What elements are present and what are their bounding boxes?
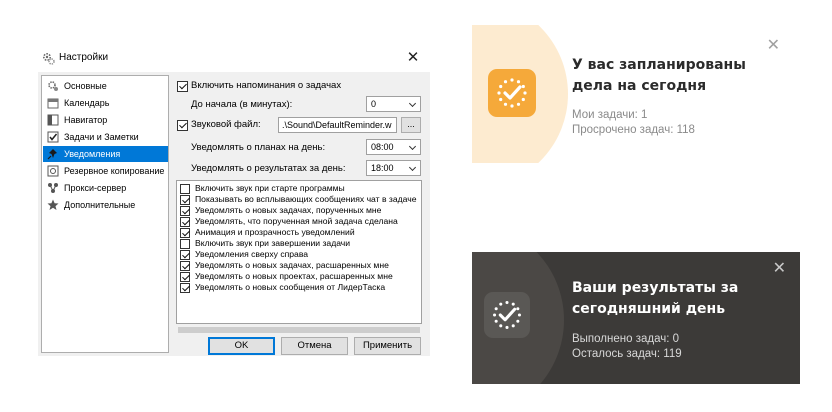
nav-item-tasks-notes[interactable]: Задачи и Заметки bbox=[43, 129, 168, 145]
before-start-value: 0 bbox=[371, 99, 377, 109]
list-item[interactable]: Уведомлять о новых сообщения от ЛидерТас… bbox=[179, 282, 421, 294]
overdue-tasks-count: Просрочено задач: 118 bbox=[572, 124, 695, 136]
plans-notify-value: 08:00 bbox=[371, 142, 394, 152]
title-bar: Настройки ✕ bbox=[38, 44, 430, 72]
chevron-down-icon bbox=[408, 99, 417, 108]
option-checkbox[interactable] bbox=[180, 184, 190, 194]
option-label: Уведомлять о новых задачах, порученных м… bbox=[195, 205, 382, 215]
nav-item-general[interactable]: Основные bbox=[43, 78, 168, 94]
sound-file-input[interactable]: .\Sound\DefaultReminder.w bbox=[278, 117, 397, 133]
nav-item-label: Основные bbox=[64, 81, 107, 91]
ok-button[interactable]: OK bbox=[208, 337, 275, 355]
clock-check-icon bbox=[493, 301, 521, 329]
remaining-tasks-count: Осталось задач: 119 bbox=[572, 348, 682, 360]
settings-nav-list: Основные Календарь Навигатор Задачи и За… bbox=[41, 75, 169, 353]
nav-item-label: Дополнительные bbox=[64, 200, 136, 210]
settings-dialog: Настройки ✕ Основные Календарь Навигатор… bbox=[38, 44, 430, 356]
plans-notify-label: Уведомлять о планах на день: bbox=[191, 142, 326, 153]
nav-item-label: Навигатор bbox=[64, 115, 108, 125]
navigator-icon bbox=[47, 114, 59, 126]
nav-item-label: Календарь bbox=[64, 98, 110, 108]
nav-item-label: Прокси-сервер bbox=[64, 183, 127, 193]
option-label: Включить звук при старте программы bbox=[195, 183, 345, 193]
apply-button[interactable]: Применить bbox=[354, 337, 421, 355]
close-icon[interactable]: ✕ bbox=[773, 261, 786, 277]
results-notify-select[interactable]: 18:00 bbox=[366, 160, 421, 176]
enable-reminders-checkbox[interactable] bbox=[177, 81, 188, 92]
option-checkbox[interactable] bbox=[180, 261, 190, 271]
chevron-down-icon bbox=[408, 142, 417, 151]
clock-check-icon bbox=[497, 78, 527, 108]
plan-notification-toast[interactable]: У вас запланированы дела на сегодня Мои … bbox=[472, 25, 800, 163]
option-checkbox[interactable] bbox=[180, 283, 190, 293]
option-label: Уведомления сверху справа bbox=[195, 249, 309, 259]
results-notify-value: 18:00 bbox=[371, 163, 394, 173]
completed-tasks-count: Выполнено задач: 0 bbox=[572, 333, 680, 345]
close-icon[interactable]: ✕ bbox=[402, 47, 424, 69]
option-label: Уведомлять о новых сообщения от ЛидерТас… bbox=[195, 282, 386, 292]
option-checkbox[interactable] bbox=[180, 217, 190, 227]
option-checkbox[interactable] bbox=[180, 228, 190, 238]
option-label: Включить звук при завершении задачи bbox=[195, 238, 351, 248]
option-label: Показывать во всплывающих сообщениях чат… bbox=[195, 194, 417, 204]
star-icon bbox=[47, 199, 59, 210]
nav-item-label: Резервное копирование bbox=[64, 166, 165, 176]
notification-options-list: Включить звук при старте программы Показ… bbox=[176, 180, 422, 324]
option-checkbox[interactable] bbox=[180, 195, 190, 205]
plans-notify-select[interactable]: 08:00 bbox=[366, 139, 421, 155]
nav-item-proxy[interactable]: Прокси-сервер bbox=[43, 180, 168, 196]
option-checkbox[interactable] bbox=[180, 272, 190, 282]
enable-reminders-label: Включить напоминания о задачах bbox=[191, 80, 342, 91]
nav-item-notifications[interactable]: Уведомления bbox=[43, 146, 168, 162]
close-icon[interactable]: ✕ bbox=[767, 38, 780, 54]
settings-gear-icon bbox=[42, 52, 55, 65]
nav-item-navigator[interactable]: Навигатор bbox=[43, 112, 168, 128]
gears-icon bbox=[48, 81, 58, 91]
nav-item-additional[interactable]: Дополнительные bbox=[43, 197, 168, 213]
browse-button[interactable]: ... bbox=[401, 117, 421, 133]
option-checkbox[interactable] bbox=[180, 206, 190, 216]
chevron-down-icon bbox=[408, 163, 417, 172]
calendar-icon bbox=[47, 98, 59, 109]
sound-file-checkbox[interactable] bbox=[177, 120, 188, 131]
checkbox-icon bbox=[47, 131, 59, 143]
option-label: Уведомлять о новых проектах, расшаренных… bbox=[195, 271, 393, 281]
option-label: Анимация и прозрачность уведомлений bbox=[195, 227, 355, 237]
option-checkbox[interactable] bbox=[180, 239, 190, 249]
nav-item-label: Уведомления bbox=[64, 149, 121, 159]
nav-item-calendar[interactable]: Календарь bbox=[43, 95, 168, 111]
network-icon bbox=[48, 183, 58, 193]
sound-file-path: .\Sound\DefaultReminder.w bbox=[282, 120, 392, 130]
pin-icon bbox=[47, 149, 57, 160]
toast-title: Ваши результаты за сегодняшний день bbox=[572, 280, 739, 317]
option-label: Уведомлять о новых задачах, расшаренных … bbox=[195, 260, 389, 270]
app-logo-icon bbox=[484, 292, 530, 338]
horizontal-scrollbar[interactable] bbox=[176, 326, 422, 334]
app-logo-icon bbox=[488, 69, 536, 117]
sound-file-label: Звуковой файл: bbox=[191, 119, 261, 130]
nav-item-label: Задачи и Заметки bbox=[64, 132, 139, 142]
results-notify-label: Уведомлять о результатах за день: bbox=[191, 163, 346, 174]
scrollbar-thumb[interactable] bbox=[178, 327, 420, 333]
my-tasks-count: Мои задачи: 1 bbox=[572, 109, 648, 121]
before-start-label: До начала (в минутах): bbox=[191, 99, 293, 110]
before-start-select[interactable]: 0 bbox=[366, 96, 421, 112]
option-checkbox[interactable] bbox=[180, 250, 190, 260]
results-notification-toast[interactable]: Ваши результаты за сегодняшний день Выпо… bbox=[472, 252, 800, 384]
cancel-button[interactable]: Отмена bbox=[281, 337, 348, 355]
option-label: Уведомлять, что порученная мной задача с… bbox=[195, 216, 398, 226]
nav-item-backup[interactable]: Резервное копирование bbox=[43, 163, 168, 179]
dialog-title: Настройки bbox=[59, 52, 109, 63]
toast-title: У вас запланированы дела на сегодня bbox=[572, 57, 746, 94]
backup-icon bbox=[47, 165, 59, 177]
